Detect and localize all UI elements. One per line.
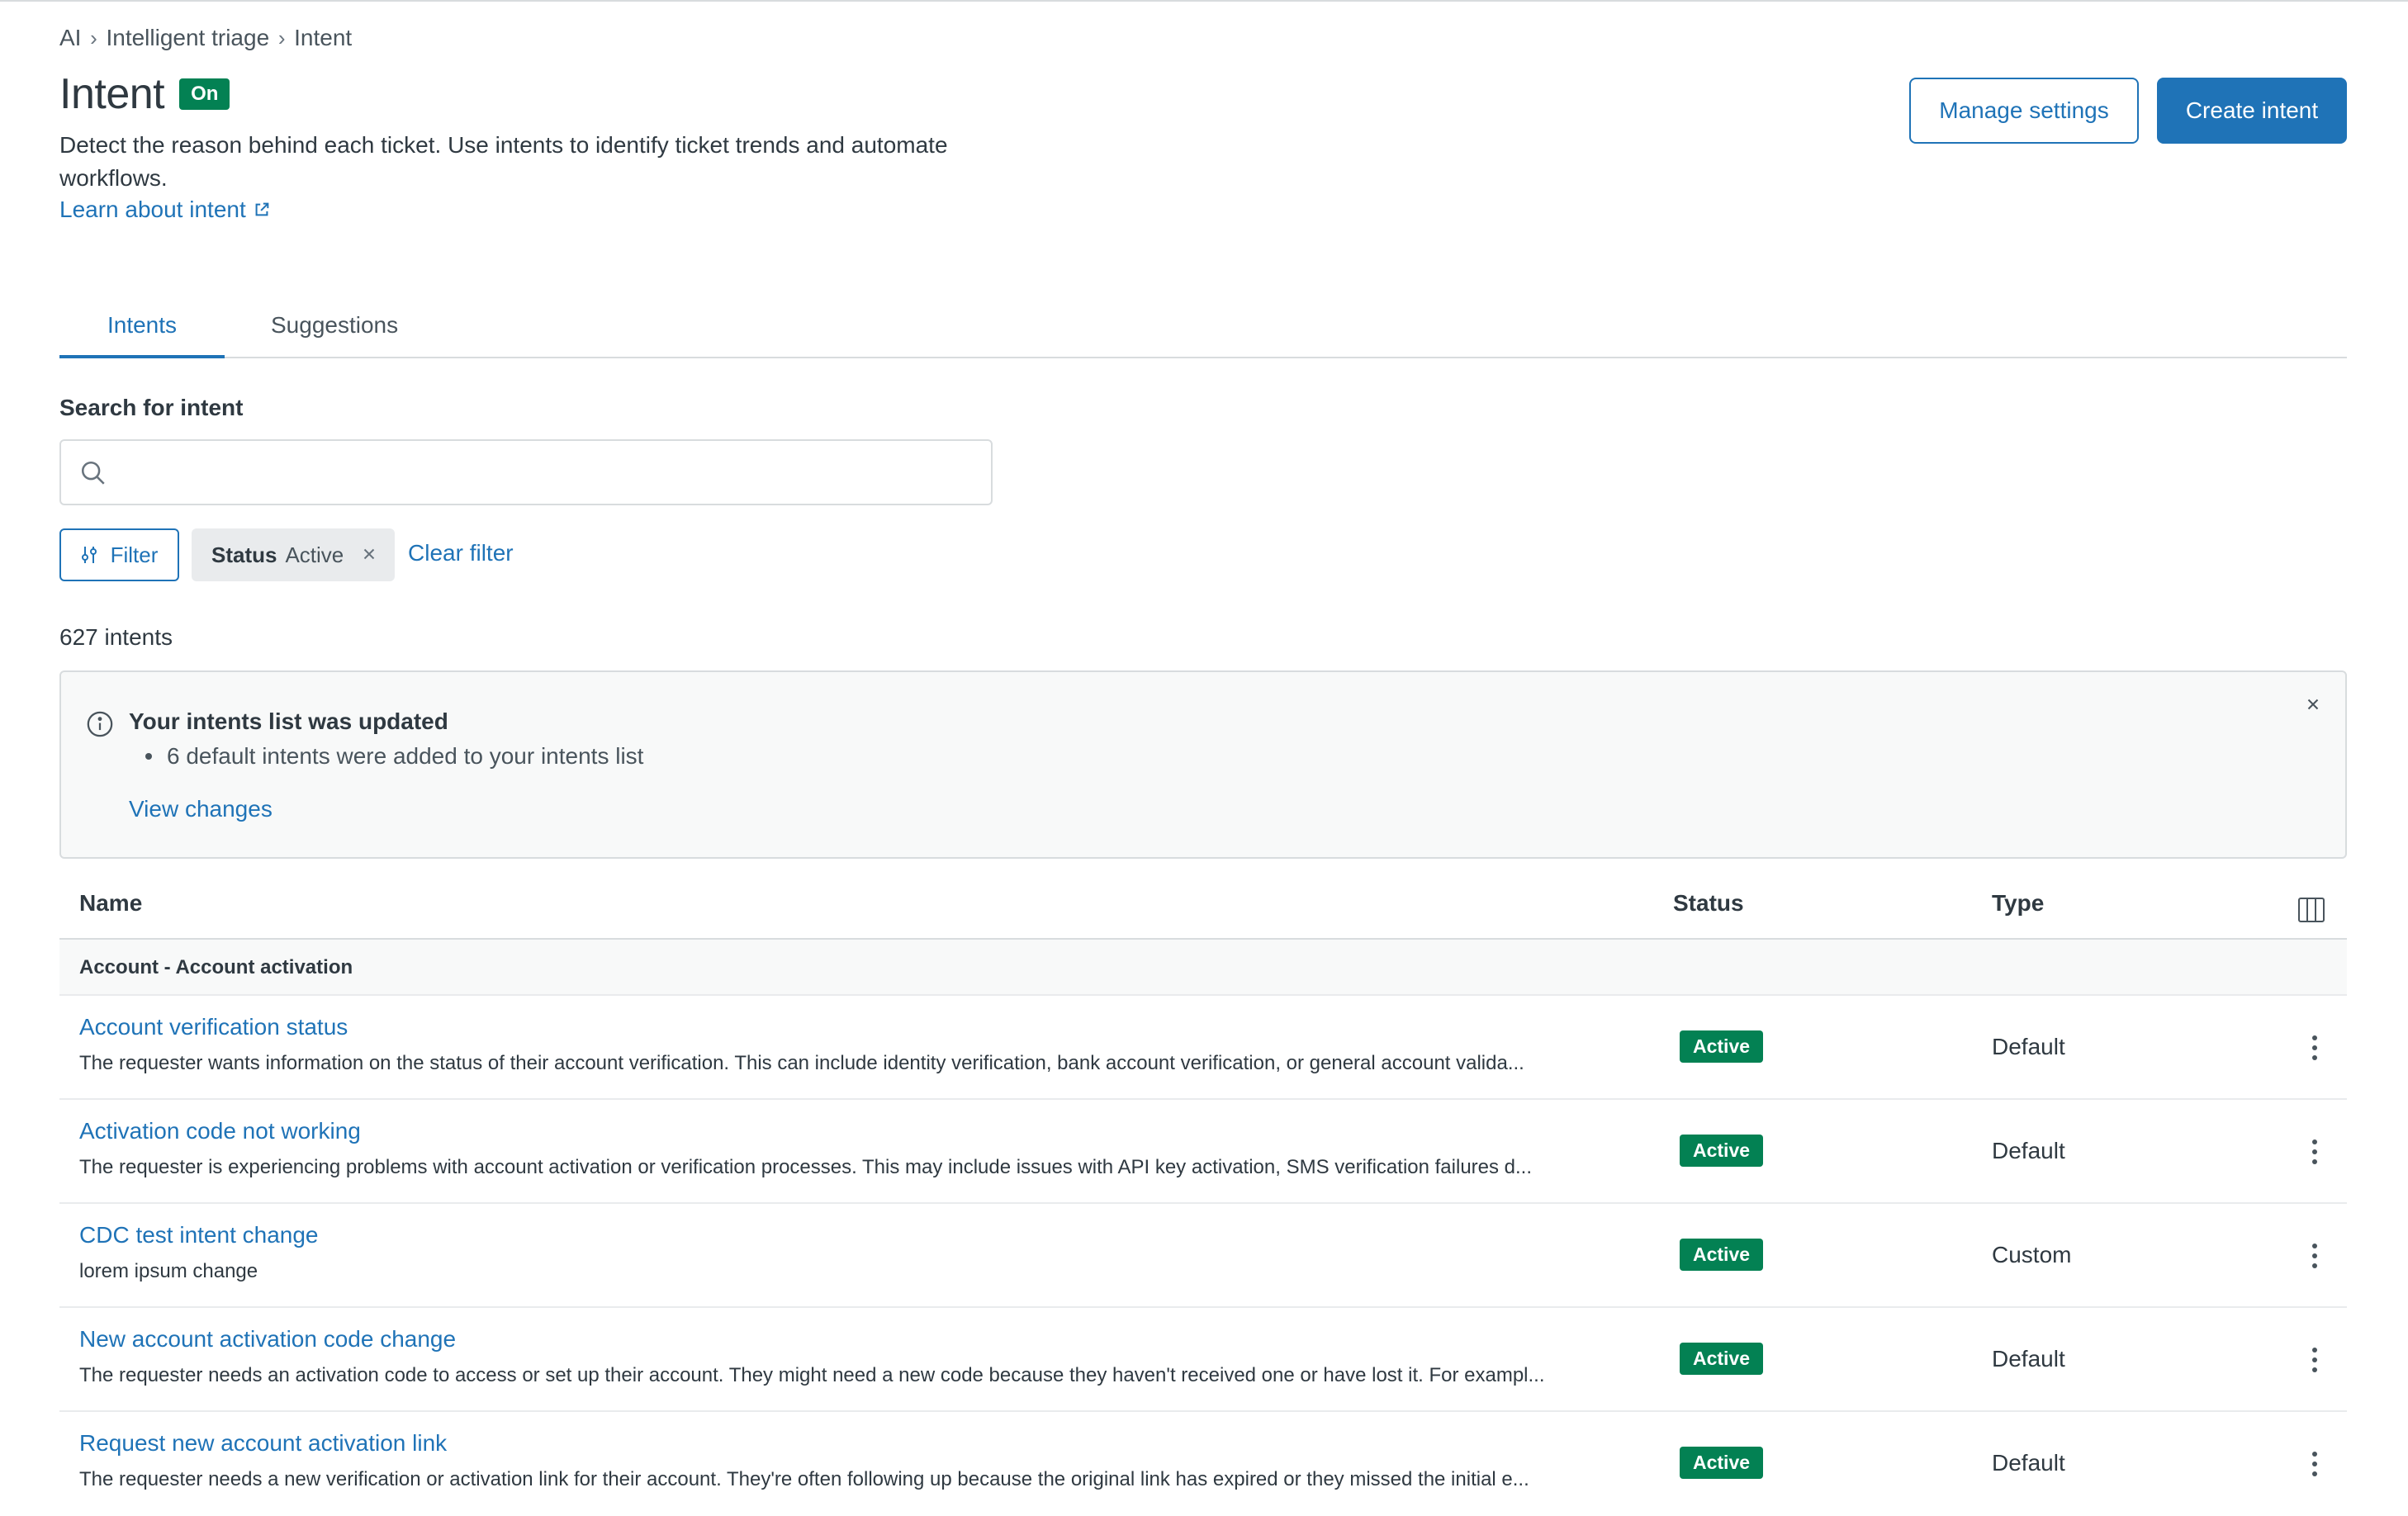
- close-icon[interactable]: [360, 545, 378, 563]
- status-badge: Active: [1680, 1030, 1764, 1063]
- status-badge: Active: [1680, 1239, 1764, 1271]
- chevron-right-icon: ›: [90, 25, 97, 50]
- intent-description: lorem ipsum change: [79, 1260, 258, 1282]
- chevron-right-icon: ›: [277, 25, 286, 50]
- create-intent-button[interactable]: Create intent: [2157, 78, 2347, 144]
- learn-about-intent-link[interactable]: Learn about intent: [59, 197, 271, 223]
- more-options-icon[interactable]: [2311, 1034, 2319, 1062]
- table-row: Request new account activation link The …: [59, 1412, 2347, 1516]
- tab-intents[interactable]: Intents: [59, 312, 225, 358]
- app-frame: AI › Intelligent triage › Intent Intent …: [0, 0, 2408, 1490]
- intent-description: The requester wants information on the s…: [79, 1052, 1524, 1074]
- filter-button[interactable]: Filter: [59, 528, 179, 581]
- column-header-name[interactable]: Name: [79, 890, 142, 917]
- intent-description: The requester is experiencing problems w…: [79, 1156, 1533, 1178]
- intent-description: The requester needs an activation code t…: [79, 1364, 1545, 1386]
- search-box: [59, 439, 993, 505]
- tab-suggestions[interactable]: Suggestions: [271, 312, 398, 339]
- column-header-type[interactable]: Type: [1992, 890, 2044, 917]
- view-changes-link[interactable]: View changes: [129, 796, 273, 822]
- tab-list: Intents Suggestions: [59, 306, 2347, 358]
- manage-settings-button[interactable]: Manage settings: [1909, 78, 2139, 144]
- table-row: Activation code not working The requeste…: [59, 1100, 2347, 1204]
- intent-type: Default: [1992, 1450, 2065, 1476]
- table-row: CDC test intent change lorem ipsum chang…: [59, 1204, 2347, 1308]
- clear-filter-link[interactable]: Clear filter: [408, 540, 514, 566]
- update-notice: Your intents list was updated 6 default …: [59, 670, 2347, 859]
- breadcrumb-item-intent: Intent: [294, 25, 353, 50]
- intent-type: Default: [1992, 1138, 2065, 1163]
- status-filter-chip: Status Active: [192, 528, 395, 581]
- intent-name-link[interactable]: Activation code not working: [79, 1118, 361, 1144]
- group-label: Account - Account activation: [79, 956, 353, 978]
- notice-bullet-text: 6 default intents were added to your int…: [167, 743, 644, 769]
- search-input[interactable]: [119, 449, 978, 495]
- page-title: Intent: [59, 70, 165, 118]
- intent-name-link[interactable]: Request new account activation link: [79, 1430, 447, 1457]
- close-icon[interactable]: [2304, 695, 2322, 713]
- breadcrumb-item-intelligent-triage[interactable]: Intelligent triage: [106, 25, 269, 51]
- sliders-icon: [81, 547, 97, 563]
- status-badge: Active: [1680, 1343, 1764, 1375]
- column-header-status[interactable]: Status: [1673, 890, 1744, 917]
- more-options-icon[interactable]: [2311, 1138, 2319, 1166]
- breadcrumb: AI › Intelligent triage › Intent: [59, 25, 352, 51]
- table-row: New account activation code change The r…: [59, 1308, 2347, 1412]
- intent-count: 627 intents: [59, 624, 173, 650]
- page-description: Detect the reason behind each ticket. Us…: [59, 132, 948, 191]
- breadcrumb-item-ai[interactable]: AI: [59, 25, 81, 51]
- intent-type: Default: [1992, 1034, 2065, 1059]
- group-row: Account - Account activation: [59, 940, 2347, 996]
- intent-description: The requester needs a new verification o…: [79, 1468, 1529, 1490]
- external-link-icon: [255, 202, 269, 216]
- notice-title: Your intents list was updated: [129, 708, 448, 734]
- search-icon: [81, 461, 105, 485]
- intent-type: Custom: [1992, 1242, 2072, 1267]
- chip-key: Status: [211, 542, 277, 567]
- intent-name-link[interactable]: Account verification status: [79, 1014, 348, 1040]
- chip-value: Active: [285, 542, 344, 567]
- more-options-icon[interactable]: [2311, 1450, 2319, 1478]
- notice-bullet: 6 default intents were added to your int…: [145, 743, 643, 770]
- status-badge: Active: [1680, 1447, 1764, 1479]
- table-header: Name Status Type: [59, 874, 2347, 940]
- bullet-dot: [145, 753, 152, 760]
- status-badge: On: [179, 78, 230, 110]
- intent-name-link[interactable]: New account activation code change: [79, 1326, 456, 1353]
- status-badge: Active: [1680, 1135, 1764, 1167]
- info-icon: [87, 711, 113, 737]
- more-options-icon[interactable]: [2311, 1346, 2319, 1374]
- search-label: Search for intent: [59, 395, 244, 420]
- intent-name-link[interactable]: CDC test intent change: [79, 1222, 319, 1248]
- learn-link-label: Learn about intent: [59, 197, 246, 222]
- intent-type: Default: [1992, 1346, 2065, 1372]
- more-options-icon[interactable]: [2311, 1242, 2319, 1270]
- table-row: Account verification status The requeste…: [59, 996, 2347, 1100]
- intents-table: Name Status Type Account - Account activ…: [59, 874, 2347, 1516]
- title-row: Intent On: [59, 69, 230, 119]
- columns-icon[interactable]: [2297, 897, 2325, 923]
- filter-button-label: Filter: [110, 542, 159, 567]
